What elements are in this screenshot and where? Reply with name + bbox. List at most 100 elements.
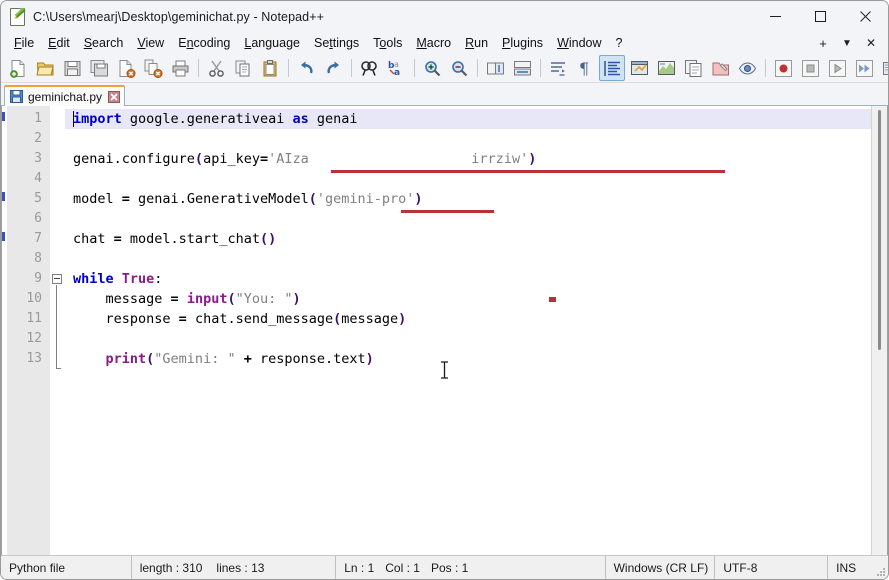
status-lines: lines : 13 — [216, 561, 264, 575]
code-line-7[interactable]: chat = model.start_chat() — [65, 229, 871, 249]
bookmark-margin[interactable] — [2, 106, 7, 555]
ui-user-defined-dialog-icon[interactable] — [626, 55, 652, 81]
replace-icon[interactable]: b a a — [383, 55, 409, 81]
run-multiple-times-icon[interactable] — [851, 55, 877, 81]
menu-settings[interactable]: Settings — [307, 33, 366, 53]
close-tab-icon[interactable] — [107, 90, 120, 103]
document-map-icon[interactable] — [653, 55, 679, 81]
status-length: length : 310 — [140, 561, 203, 575]
find-icon[interactable] — [356, 55, 382, 81]
paste-icon[interactable] — [257, 55, 283, 81]
print-file-icon[interactable] — [167, 55, 193, 81]
close-file-icon[interactable] — [113, 55, 139, 81]
undo-icon[interactable] — [293, 55, 319, 81]
status-pos: Pos : 1 — [431, 561, 468, 575]
line-number: 12 — [7, 329, 50, 349]
annotation-dot — [549, 297, 556, 302]
vertical-scrollbar-thumb[interactable] — [878, 110, 881, 350]
code-line-12[interactable] — [65, 329, 871, 349]
menu-view[interactable]: View — [130, 33, 171, 53]
vertical-scrollbar[interactable] — [871, 106, 887, 555]
save-all-files-icon[interactable] — [86, 55, 112, 81]
show-all-characters-icon[interactable]: ¶ — [572, 55, 598, 81]
tab-geminichat-py[interactable]: geminichat.py — [4, 85, 125, 106]
line-number: 5 — [7, 189, 50, 209]
line-number: 9 — [7, 269, 50, 289]
toolbar-separator — [288, 59, 289, 77]
code-line-8[interactable] — [65, 249, 871, 269]
svg-text:¶: ¶ — [579, 59, 589, 78]
folder-as-workspace-icon[interactable] — [707, 55, 733, 81]
line-number-margin: 1 2 3 4 5 6 7 8 9 10 11 12 13 — [7, 106, 50, 555]
zoom-out-icon[interactable] — [446, 55, 472, 81]
close-button[interactable] — [843, 1, 888, 32]
indent-guideline-icon[interactable] — [599, 55, 625, 81]
save-current-recorded-macro-icon[interactable] — [878, 55, 889, 81]
code-line-5[interactable]: model = genai.GenerativeModel('gemini-pr… — [65, 189, 871, 209]
sync-horizontal-scrolling-icon[interactable] — [509, 55, 535, 81]
code-canvas[interactable]: import google.generativeai as genai gena… — [65, 106, 871, 555]
tab-label: geminichat.py — [28, 90, 102, 104]
status-col: Col : 1 — [385, 561, 420, 575]
line-number: 7 — [7, 229, 50, 249]
word-wrap-icon[interactable] — [545, 55, 571, 81]
menu-edit[interactable]: Edit — [41, 33, 77, 53]
close-tab-button[interactable]: ✕ — [860, 34, 882, 52]
fold-margin[interactable] — [50, 106, 65, 555]
window-title: C:\Users\mearj\Desktop\geminichat.py - N… — [33, 10, 324, 24]
resize-grip[interactable] — [875, 566, 885, 576]
status-bar: Python file length : 310 lines : 13 Ln :… — [1, 555, 888, 579]
status-eol-format[interactable]: Windows (CR LF) — [606, 556, 716, 579]
menu-tools[interactable]: Tools — [366, 33, 409, 53]
menu-language[interactable]: Language — [237, 33, 307, 53]
zoom-in-icon[interactable] — [419, 55, 445, 81]
stop-recording-icon[interactable] — [797, 55, 823, 81]
toolbar-separator — [765, 59, 766, 77]
code-line-3[interactable]: genai.configure(api_key='AIza irrziw') — [65, 149, 871, 169]
menu-plugins[interactable]: Plugins — [495, 33, 550, 53]
menu-file[interactable]: File — [7, 33, 41, 53]
line-number: 11 — [7, 309, 50, 329]
monitoring-icon[interactable] — [734, 55, 760, 81]
menu-search[interactable]: Search — [77, 33, 131, 53]
menu-window[interactable]: Window — [550, 33, 608, 53]
toolbar-separator — [540, 59, 541, 77]
redaction-underline-api-key — [331, 170, 725, 173]
function-list-icon[interactable] — [680, 55, 706, 81]
line-number: 2 — [7, 129, 50, 149]
copy-icon[interactable] — [230, 55, 256, 81]
code-line-13[interactable]: print("Gemini: " + response.text) — [65, 349, 871, 369]
editor-area[interactable]: 1 2 3 4 5 6 7 8 9 10 11 12 13 import goo… — [1, 106, 888, 555]
code-line-10[interactable]: message = input("You: ") — [65, 289, 871, 309]
save-file-icon[interactable] — [59, 55, 85, 81]
fold-toggle-line-9[interactable] — [52, 274, 62, 284]
status-file-type: Python file — [1, 556, 132, 579]
code-line-2[interactable] — [65, 129, 871, 149]
start-recording-icon[interactable] — [770, 55, 796, 81]
tab-list-button[interactable]: ▼ — [836, 34, 858, 52]
code-line-11[interactable]: response = chat.send_message(message) — [65, 309, 871, 329]
status-ln: Ln : 1 — [344, 561, 374, 575]
maximize-button[interactable] — [798, 1, 843, 32]
minimize-button[interactable] — [753, 1, 798, 32]
code-line-1[interactable]: import google.generativeai as genai — [65, 109, 871, 129]
menu-encoding[interactable]: Encoding — [171, 33, 237, 53]
line-number: 8 — [7, 249, 50, 269]
menu-right-buttons: + ▼ ✕ — [812, 34, 882, 52]
code-line-9[interactable]: while True: — [65, 269, 871, 289]
add-tab-button[interactable]: + — [812, 34, 834, 52]
sync-vertical-scrolling-icon[interactable] — [482, 55, 508, 81]
notepad-plus-plus-window: C:\Users\mearj\Desktop\geminichat.py - N… — [0, 0, 889, 580]
open-file-icon[interactable] — [32, 55, 58, 81]
playback-icon[interactable] — [824, 55, 850, 81]
menu-run[interactable]: Run — [458, 33, 495, 53]
new-file-icon[interactable] — [5, 55, 31, 81]
cut-icon[interactable] — [203, 55, 229, 81]
status-encoding[interactable]: UTF-8 — [715, 556, 828, 579]
line-number: 1 — [7, 109, 50, 129]
toolbar-separator — [351, 59, 352, 77]
close-all-files-icon[interactable] — [140, 55, 166, 81]
redo-icon[interactable] — [320, 55, 346, 81]
menu-macro[interactable]: Macro — [409, 33, 458, 53]
menu-help[interactable]: ? — [609, 33, 630, 53]
